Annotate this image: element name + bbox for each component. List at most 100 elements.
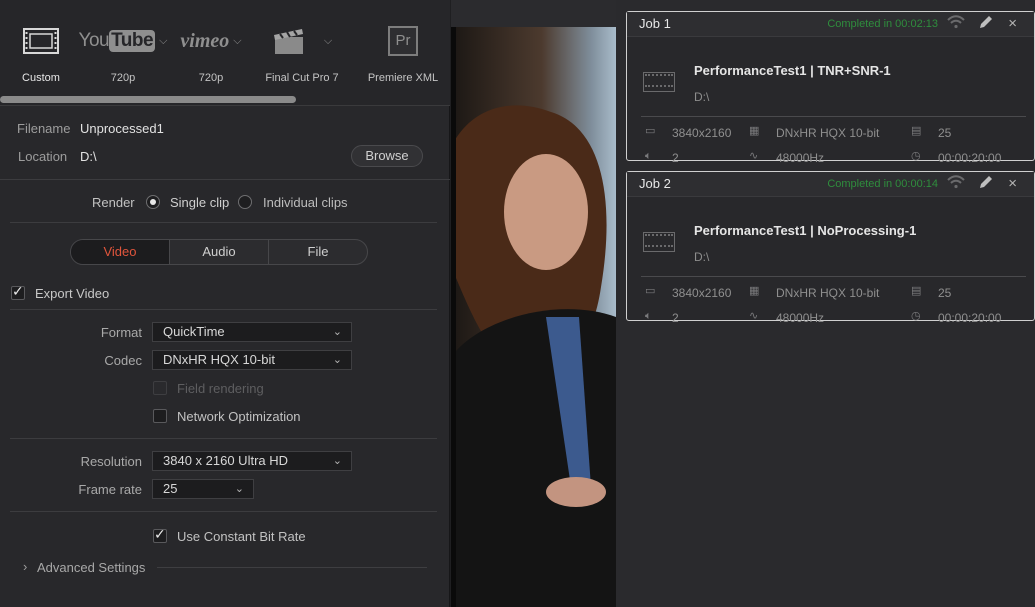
export-video-label: Export Video xyxy=(35,286,110,301)
film-strip-icon xyxy=(0,20,86,62)
speaker-icon: 🔈︎ xyxy=(645,309,652,322)
clip-thumbnail-icon xyxy=(643,72,675,92)
resolution-label: Resolution xyxy=(80,454,142,469)
preset-final-cut-pro[interactable]: ⌵ Final Cut Pro 7 xyxy=(257,20,347,84)
individual-clips-label[interactable]: Individual clips xyxy=(263,195,348,210)
frame-rate-value: 25 xyxy=(163,481,178,496)
constant-bit-rate-checkbox[interactable] xyxy=(153,527,167,543)
codec-icon: ▦ xyxy=(749,284,760,297)
wifi-icon[interactable] xyxy=(946,14,966,33)
format-select[interactable]: QuickTime ⌄ xyxy=(152,322,352,342)
pencil-icon[interactable] xyxy=(978,174,994,193)
network-optimization-checkbox[interactable] xyxy=(153,409,167,423)
viewer-frame xyxy=(451,27,616,607)
job-sample-rate: 48000Hz xyxy=(776,311,825,325)
individual-clips-radio[interactable] xyxy=(238,195,252,209)
speaker-icon: 🔈︎ xyxy=(645,149,652,162)
wifi-icon[interactable] xyxy=(946,174,966,193)
render-queue: Job 1 Completed in 00:02:13 × Performanc… xyxy=(616,0,1035,607)
codec-select[interactable]: DNxHR HQX 10-bit ⌄ xyxy=(152,350,352,370)
job-audio-channels: 2 xyxy=(672,151,679,165)
chevron-right-icon[interactable]: › xyxy=(23,559,27,574)
job-codec: DNxHR HQX 10-bit xyxy=(776,286,880,300)
pencil-icon[interactable] xyxy=(978,14,994,33)
tab-video[interactable]: Video xyxy=(71,240,170,264)
divider xyxy=(10,309,437,310)
job-resolution: 3840x2160 xyxy=(672,126,732,140)
job-fps: 25 xyxy=(938,286,952,300)
chevron-down-icon[interactable]: ⌵ xyxy=(324,35,332,48)
codec-label: Codec xyxy=(104,353,142,368)
video-frame-image xyxy=(451,27,616,607)
job-title: Job 2 xyxy=(639,176,671,191)
viewer-toolbar xyxy=(451,0,616,27)
job-clip-name: PerformanceTest1 | NoProcessing-1 xyxy=(694,223,917,238)
waveform-icon: ∿ xyxy=(749,309,759,322)
framerate-icon: ▤ xyxy=(911,284,922,297)
preset-custom[interactable]: Custom xyxy=(0,20,86,84)
network-optimization-label: Network Optimization xyxy=(177,409,301,424)
single-clip-label[interactable]: Single clip xyxy=(170,195,229,210)
filename-label: Filename xyxy=(17,121,71,136)
job-header: Job 2 Completed in 00:00:14 × xyxy=(627,172,1034,197)
render-job-card[interactable]: Job 1 Completed in 00:02:13 × Performanc… xyxy=(626,11,1035,165)
youtube-logo-text-a: You xyxy=(78,30,110,51)
divider xyxy=(0,179,450,180)
settings-tabs: Video Audio File xyxy=(70,239,368,265)
clapperboard-icon: ⌵ xyxy=(257,20,347,62)
chevron-down-icon: ⌄ xyxy=(332,326,342,338)
job-duration: 00:00:20:00 xyxy=(938,311,1002,325)
job-fps: 25 xyxy=(938,126,952,140)
close-icon[interactable]: × xyxy=(1008,15,1017,32)
close-icon[interactable]: × xyxy=(1008,175,1017,192)
divider xyxy=(157,567,427,568)
browse-button[interactable]: Browse xyxy=(351,145,423,167)
render-job-card[interactable]: Job 2 Completed in 00:00:14 × Performanc… xyxy=(626,171,1035,325)
preset-scrollbar[interactable] xyxy=(0,96,296,103)
preset-premiere-xml[interactable]: Pr Premiere XML xyxy=(358,20,448,84)
job-duration: 00:00:20:00 xyxy=(938,151,1002,165)
clock-icon: ◷ xyxy=(911,149,921,162)
resolution-icon: ▭ xyxy=(645,124,656,137)
advanced-settings-toggle[interactable]: Advanced Settings xyxy=(37,560,145,575)
single-clip-radio[interactable] xyxy=(146,195,160,209)
preset-label: Premiere XML xyxy=(367,72,439,84)
vimeo-logo: vimeo ⌵ xyxy=(166,20,256,62)
youtube-logo: You Tube ⌵ xyxy=(78,20,168,62)
job-status: Completed in 00:02:13 xyxy=(827,18,938,30)
preset-bar: Custom You Tube ⌵ 720p vimeo ⌵ 720p ⌵ Fi… xyxy=(0,0,450,106)
constant-bit-rate-label: Use Constant Bit Rate xyxy=(177,529,306,544)
clock-icon: ◷ xyxy=(911,309,921,322)
format-label: Format xyxy=(100,325,142,340)
preset-youtube[interactable]: You Tube ⌵ 720p xyxy=(78,20,168,84)
location-field[interactable]: D:\ xyxy=(80,149,97,164)
tab-file[interactable]: File xyxy=(269,240,367,264)
job-sample-rate: 48000Hz xyxy=(776,151,825,165)
export-video-checkbox[interactable] xyxy=(11,284,25,300)
preset-label: 720p xyxy=(198,72,224,84)
preset-label: Final Cut Pro 7 xyxy=(265,72,339,84)
chevron-down-icon[interactable]: ⌵ xyxy=(233,35,241,48)
job-status: Completed in 00:00:14 xyxy=(827,178,938,190)
field-rendering-checkbox[interactable] xyxy=(153,381,167,395)
filename-field[interactable]: Unprocessed1 xyxy=(80,121,164,136)
clip-thumbnail-icon xyxy=(643,232,675,252)
resolution-select[interactable]: 3840 x 2160 Ultra HD ⌄ xyxy=(152,451,352,471)
job-header: Job 1 Completed in 00:02:13 × xyxy=(627,12,1034,37)
job-codec: DNxHR HQX 10-bit xyxy=(776,126,880,140)
job-title: Job 1 xyxy=(639,16,671,31)
vimeo-logo-text: vimeo xyxy=(180,29,230,52)
waveform-icon: ∿ xyxy=(749,149,759,162)
location-label: Location xyxy=(18,149,68,164)
preset-vimeo[interactable]: vimeo ⌵ 720p xyxy=(166,20,256,85)
tab-audio[interactable]: Audio xyxy=(170,240,269,264)
video-viewer xyxy=(451,0,616,607)
divider xyxy=(641,276,1026,277)
job-location: D:\ xyxy=(694,90,710,104)
frame-rate-select[interactable]: 25 ⌄ xyxy=(152,479,254,499)
job-location: D:\ xyxy=(694,250,710,264)
render-label: Render xyxy=(92,195,135,210)
chevron-down-icon: ⌄ xyxy=(332,354,342,366)
job-audio-channels: 2 xyxy=(672,311,679,325)
resolution-value: 3840 x 2160 Ultra HD xyxy=(163,453,289,468)
